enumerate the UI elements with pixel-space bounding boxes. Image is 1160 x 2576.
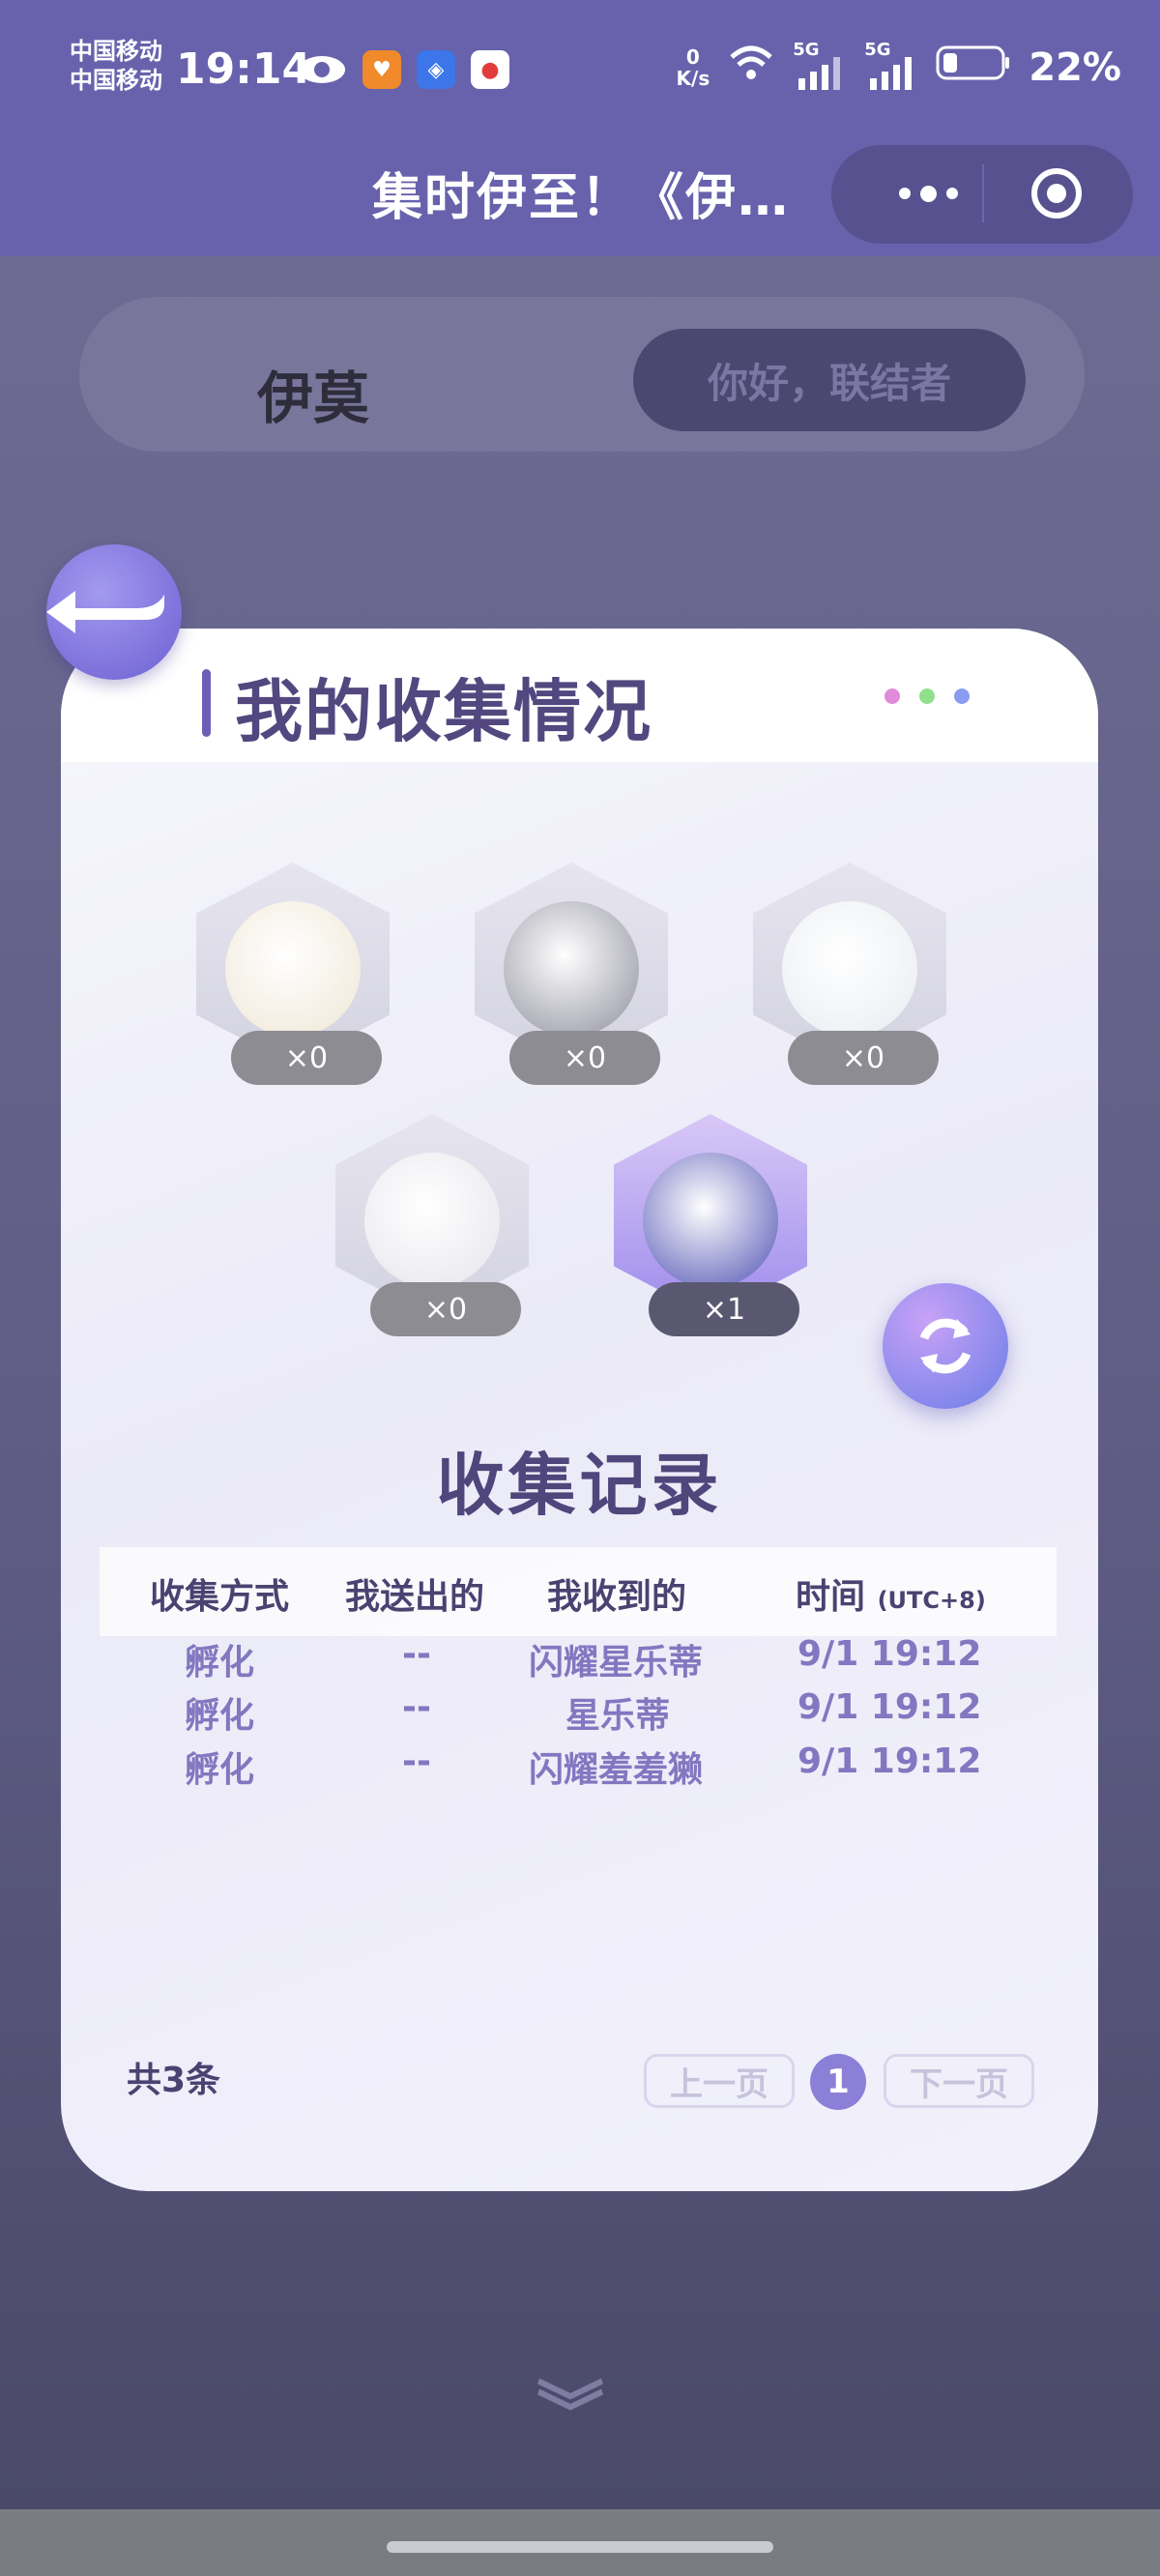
table-row: 孵化 -- 星乐蒂 9/1 19:12 <box>61 1687 1098 1742</box>
row-received: 星乐蒂 <box>566 1696 671 1736</box>
row-time: 9/1 19:12 <box>798 1687 982 1727</box>
row-sent: -- <box>402 1742 431 1781</box>
back-arrow-icon <box>46 591 164 633</box>
column-time: 时间 (UTC+8) <box>796 1568 986 1619</box>
title-bar: 集时伊至！《伊… <box>0 145 1160 256</box>
net-speed: 0 K/s <box>677 46 710 89</box>
heart-app-icon: ♥ <box>362 50 401 89</box>
row-method: 孵化 <box>185 1643 255 1683</box>
column-time-suffix: (UTC+8) <box>877 1587 986 1614</box>
carrier-label-2: 中国移动 <box>70 67 162 94</box>
current-page-number[interactable]: 1 <box>810 2054 866 2110</box>
creature-count: ×0 <box>509 1031 660 1085</box>
signal-icon-1: 5G <box>793 40 847 90</box>
table-row: 孵化 -- 闪耀羞羞獭 9/1 19:12 <box>61 1742 1098 1796</box>
capsule-divider <box>982 164 984 222</box>
creature-card-2[interactable]: ×0 <box>465 863 678 1085</box>
close-target-icon[interactable] <box>1031 168 1082 219</box>
more-dot-icon <box>898 188 911 199</box>
next-page-button[interactable]: 下一页 <box>884 2054 1034 2108</box>
collection-modal: 我的收集情况 ×0 ×0 ×0 ×0 ×1 收集记录 收集方式 我送出的 我收到… <box>61 629 1098 2191</box>
map-app-icon: ● <box>471 50 509 89</box>
column-time-label: 时间 <box>796 1577 866 1617</box>
star-creature-image <box>643 1153 778 1288</box>
net-speed-value: 0 <box>685 45 700 69</box>
records-title: 收集记录 <box>436 1446 723 1525</box>
decor-dots <box>884 688 970 704</box>
column-received: 我收到的 <box>547 1577 687 1617</box>
row-received: 闪耀星乐蒂 <box>529 1643 704 1683</box>
row-sent: -- <box>402 1634 431 1674</box>
row-method: 孵化 <box>185 1696 255 1736</box>
wifi-icon <box>727 44 775 92</box>
refresh-icon <box>919 1318 972 1374</box>
battery-icon <box>936 44 1011 92</box>
status-time: 19:14 <box>176 44 312 94</box>
creature-card-4[interactable]: ×0 <box>326 1114 538 1336</box>
row-sent: -- <box>402 1687 431 1727</box>
blue-app-icon: ◈ <box>417 50 455 89</box>
status-right: 0 K/s 5G 5G 22% <box>677 39 1121 97</box>
mini-program-capsule <box>831 145 1133 244</box>
background-greeting: 你好，联结者 <box>633 329 1026 431</box>
creature-card-1[interactable]: ×0 <box>187 863 399 1085</box>
row-received: 闪耀羞羞獭 <box>529 1750 704 1790</box>
battery-percent: 22% <box>1029 45 1121 90</box>
back-button[interactable] <box>46 544 182 680</box>
table-row: 孵化 -- 闪耀星乐蒂 9/1 19:12 <box>61 1634 1098 1688</box>
creature-count: ×0 <box>231 1031 382 1085</box>
column-sent: 我送出的 <box>345 1577 485 1617</box>
decor-dot-blue <box>954 688 970 704</box>
refresh-button[interactable] <box>883 1283 1008 1409</box>
decor-dot-green <box>919 688 935 704</box>
creature-count: ×0 <box>788 1031 939 1085</box>
more-menu-button[interactable] <box>880 170 976 217</box>
column-method: 收集方式 <box>150 1577 290 1617</box>
decor-dot-pink <box>884 688 900 704</box>
gray-fox-creature-image <box>504 901 639 1037</box>
records-table-header: 收集方式 我送出的 我收到的 时间 (UTC+8) <box>100 1547 1057 1636</box>
otter-creature-image <box>364 1153 500 1288</box>
creature-card-5[interactable]: ×1 <box>604 1114 817 1336</box>
row-time: 9/1 19:12 <box>798 1742 982 1781</box>
title-accent-bar <box>202 669 211 737</box>
net-speed-unit: K/s <box>676 67 710 90</box>
modal-title: 我的收集情况 <box>235 672 652 751</box>
scroll-down-chevron-icon: ︾ <box>536 2374 604 2453</box>
more-dot-icon <box>945 188 958 199</box>
row-time: 9/1 19:12 <box>798 1634 982 1674</box>
creature-card-3[interactable]: ×0 <box>743 863 956 1085</box>
creature-count: ×0 <box>370 1282 521 1336</box>
modal-header: 我的收集情况 <box>61 629 1098 762</box>
background-logo: 伊莫 <box>257 366 370 431</box>
carrier-labels: 中国移动 中国移动 <box>70 37 162 95</box>
cloud-creature-image <box>782 901 917 1037</box>
home-indicator[interactable] <box>387 2541 773 2553</box>
signal-icon-2: 5G <box>864 40 918 90</box>
carrier-label-1: 中国移动 <box>70 38 162 65</box>
eye-icon <box>296 50 348 89</box>
creature-count: ×1 <box>649 1282 799 1336</box>
prev-page-button[interactable]: 上一页 <box>644 2054 795 2108</box>
page-title: 集时伊至！《伊… <box>372 169 791 227</box>
row-method: 孵化 <box>185 1750 255 1790</box>
more-dot-icon <box>919 185 937 202</box>
status-bar: 中国移动 中国移动 19:14 ♥ ◈ ● 0 K/s 5G 5G 22% <box>0 0 1160 145</box>
cream-creature-image <box>225 901 361 1037</box>
records-total: 共3条 <box>127 2061 221 2100</box>
